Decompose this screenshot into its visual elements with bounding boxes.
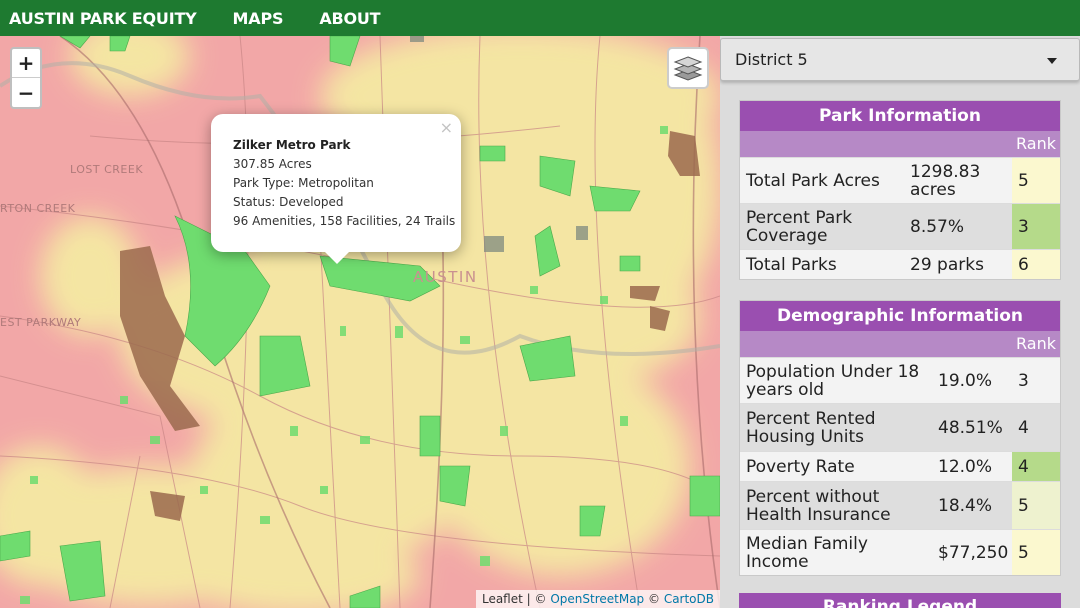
map-label-parkway: EST PARKWAY: [0, 316, 81, 329]
district-selected-value: District 5: [735, 50, 808, 69]
nav-about-link[interactable]: ABOUT: [319, 9, 380, 28]
layers-control-button[interactable]: [667, 47, 709, 89]
map-view[interactable]: LOST CREEK RTON CREEK EST PARKWAY AUSTIN…: [0, 36, 720, 608]
zoom-out-button[interactable]: −: [12, 78, 40, 107]
table-row: Percent Park Coverage 8.57% 3: [740, 203, 1060, 249]
chevron-down-icon: [1047, 58, 1057, 64]
row-value: 48.51%: [938, 417, 1003, 438]
brand-link[interactable]: AUSTIN PARK EQUITY: [9, 9, 197, 28]
row-rank: 5: [1012, 158, 1060, 203]
sidebar: District 5 Park Information Rank Total P…: [720, 36, 1080, 608]
popup-acres: 307.85 Acres: [233, 157, 312, 171]
table-row: Total Park Acres 1298.83 acres 5: [740, 157, 1060, 203]
ranking-legend-title: Ranking Legend: [739, 593, 1061, 608]
row-rank: 5: [1012, 530, 1060, 575]
park-popup: × Zilker Metro Park 307.85 Acres Park Ty…: [211, 114, 461, 252]
zoom-control: + −: [10, 47, 42, 109]
attribution-osm-link[interactable]: OpenStreetMap: [550, 592, 644, 606]
row-rank: 3: [1012, 204, 1060, 249]
map-label-lost-creek: LOST CREEK: [70, 163, 143, 176]
row-label: Percent Rented Housing Units: [746, 408, 876, 447]
demographic-information-table: Demographic Information Rank Population …: [739, 300, 1061, 576]
park-information-table: Park Information Rank Total Park Acres 1…: [739, 100, 1061, 280]
row-value: 1298.83 acres: [910, 161, 981, 200]
row-rank: 6: [1012, 250, 1060, 279]
demographic-rank-header: Rank: [740, 331, 1060, 357]
popup-status: Status: Developed: [233, 195, 344, 209]
attribution-separator: | ©: [522, 592, 551, 606]
map-label-barton-creek: RTON CREEK: [0, 202, 76, 215]
attribution-carto-link[interactable]: CartoDB: [664, 592, 714, 606]
district-dropdown[interactable]: District 5: [720, 38, 1080, 81]
row-value: $77,250: [938, 542, 1009, 563]
layers-icon: [673, 56, 703, 81]
zoom-in-button[interactable]: +: [12, 49, 40, 78]
map-attribution: Leaflet | © OpenStreetMap © CartoDB: [475, 590, 720, 608]
table-row: Percent without Health Insurance 18.4% 5: [740, 481, 1060, 529]
table-row: Total Parks 29 parks 6: [740, 249, 1060, 279]
table-row: Poverty Rate 12.0% 4: [740, 451, 1060, 481]
row-label: Median Family Income: [746, 533, 868, 572]
popup-park-type: Park Type: Metropolitan: [233, 176, 374, 190]
navbar: AUSTIN PARK EQUITY MAPS ABOUT: [0, 0, 1080, 36]
map-label-austin: AUSTIN: [413, 268, 478, 286]
park-information-title: Park Information: [740, 101, 1060, 131]
attribution-separator-2: ©: [644, 592, 664, 606]
row-rank: 4: [1012, 452, 1060, 481]
demographic-information-title: Demographic Information: [740, 301, 1060, 331]
table-row: Median Family Income $77,250 5: [740, 529, 1060, 575]
row-value: 12.0%: [938, 456, 993, 477]
row-label: Population Under 18 years old: [746, 361, 920, 400]
popup-park-name: Zilker Metro Park: [233, 138, 351, 152]
row-label: Percent without Health Insurance: [746, 486, 891, 525]
table-row: Percent Rented Housing Units 48.51% 4: [740, 403, 1060, 451]
row-value: 8.57%: [910, 216, 965, 237]
row-value: 18.4%: [938, 495, 993, 516]
rank-header-label: Rank: [1016, 134, 1056, 153]
row-rank: 5: [1012, 482, 1060, 529]
row-value: 29 parks: [910, 254, 984, 275]
popup-amenities: 96 Amenities, 158 Facilities, 24 Trails: [233, 214, 456, 228]
park-rank-header: Rank: [740, 131, 1060, 157]
nav-maps-link[interactable]: MAPS: [233, 9, 284, 28]
rank-header-label: Rank: [1016, 334, 1056, 353]
attribution-leaflet-link[interactable]: Leaflet: [482, 592, 523, 606]
popup-close-button[interactable]: ×: [440, 118, 453, 137]
row-rank: 4: [1012, 404, 1060, 451]
row-label: Total Parks: [746, 254, 837, 275]
row-rank: 3: [1012, 358, 1060, 403]
row-label: Poverty Rate: [746, 456, 855, 477]
popup-tip: [323, 250, 351, 264]
row-label: Total Park Acres: [746, 170, 880, 191]
row-value: 19.0%: [938, 370, 993, 391]
row-label: Percent Park Coverage: [746, 207, 853, 246]
table-row: Population Under 18 years old 19.0% 3: [740, 357, 1060, 403]
